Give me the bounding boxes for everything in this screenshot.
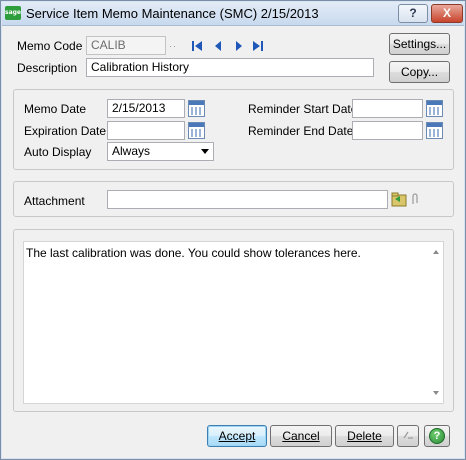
scroll-up-icon[interactable]	[433, 250, 439, 254]
cancel-button[interactable]: Cancel	[270, 425, 332, 447]
memo-textarea[interactable]: The last calibration was done. You could…	[23, 241, 444, 404]
scroll-down-icon[interactable]	[433, 391, 439, 395]
memo-code-field[interactable]: CALIB	[86, 36, 166, 55]
accept-button-label: Accept	[218, 429, 256, 443]
slash-dash-icon	[403, 431, 413, 439]
expiration-date-field[interactable]	[107, 121, 185, 140]
delete-button-label: Delete	[347, 429, 382, 443]
copy-button[interactable]: Copy...	[389, 61, 450, 83]
memo-code-label: Memo Code	[17, 39, 83, 53]
reminder-end-date-field[interactable]	[352, 121, 423, 140]
memo-scrollbar[interactable]	[429, 242, 443, 403]
memo-text: The last calibration was done. You could…	[26, 246, 361, 260]
description-label: Description	[17, 61, 78, 75]
settings-button[interactable]: Settings...	[389, 33, 450, 55]
memo-date-calendar-icon[interactable]	[188, 100, 205, 117]
reminder-end-calendar-icon[interactable]	[426, 122, 443, 139]
sage-logo-icon: sage	[5, 6, 21, 20]
help-icon: ?	[429, 428, 445, 444]
cancel-button-label: Cancel	[282, 429, 320, 443]
attachment-label: Attachment	[24, 194, 85, 208]
expiration-date-label: Expiration Date	[24, 124, 107, 138]
memo-maintenance-window: sage Service Item Memo Maintenance (SMC)…	[0, 0, 466, 460]
auto-display-value: Always	[112, 144, 151, 158]
memo-date-label: Memo Date	[24, 102, 87, 116]
reminder-start-calendar-icon[interactable]	[426, 100, 443, 117]
auto-display-label: Auto Display	[24, 145, 92, 159]
expiration-date-calendar-icon[interactable]	[188, 122, 205, 139]
window-title: Service Item Memo Maintenance (SMC) 2/15…	[26, 6, 319, 21]
last-record-icon[interactable]	[252, 40, 264, 52]
delete-button[interactable]: Delete	[335, 425, 394, 447]
reminder-start-date-field[interactable]	[352, 99, 423, 118]
paperclip-icon[interactable]	[410, 193, 420, 206]
record-notes-button[interactable]	[397, 425, 419, 447]
auto-display-select[interactable]: Always	[107, 142, 214, 161]
previous-record-icon[interactable]	[212, 40, 224, 52]
settings-button-label: Settings...	[392, 37, 447, 51]
reminder-end-date-label: Reminder End Date	[248, 124, 354, 138]
help-button[interactable]: ?	[424, 425, 450, 447]
chevron-down-icon	[201, 149, 209, 154]
title-bar[interactable]: sage Service Item Memo Maintenance (SMC)…	[2, 2, 464, 26]
attachment-field[interactable]	[107, 190, 388, 209]
lookup-dots-icon[interactable]: ··	[169, 41, 177, 51]
copy-button-label: Copy...	[400, 65, 439, 79]
reminder-start-date-label: Reminder Start Date	[248, 102, 358, 116]
description-field[interactable]: Calibration History	[86, 58, 374, 77]
accept-button[interactable]: Accept	[207, 425, 267, 447]
memo-date-field[interactable]: 2/15/2013	[107, 99, 185, 118]
title-help-button[interactable]: ?	[398, 4, 428, 23]
first-record-icon[interactable]	[191, 40, 203, 52]
title-close-button[interactable]: X	[431, 4, 463, 23]
open-folder-icon[interactable]	[391, 192, 407, 207]
next-record-icon[interactable]	[233, 40, 245, 52]
